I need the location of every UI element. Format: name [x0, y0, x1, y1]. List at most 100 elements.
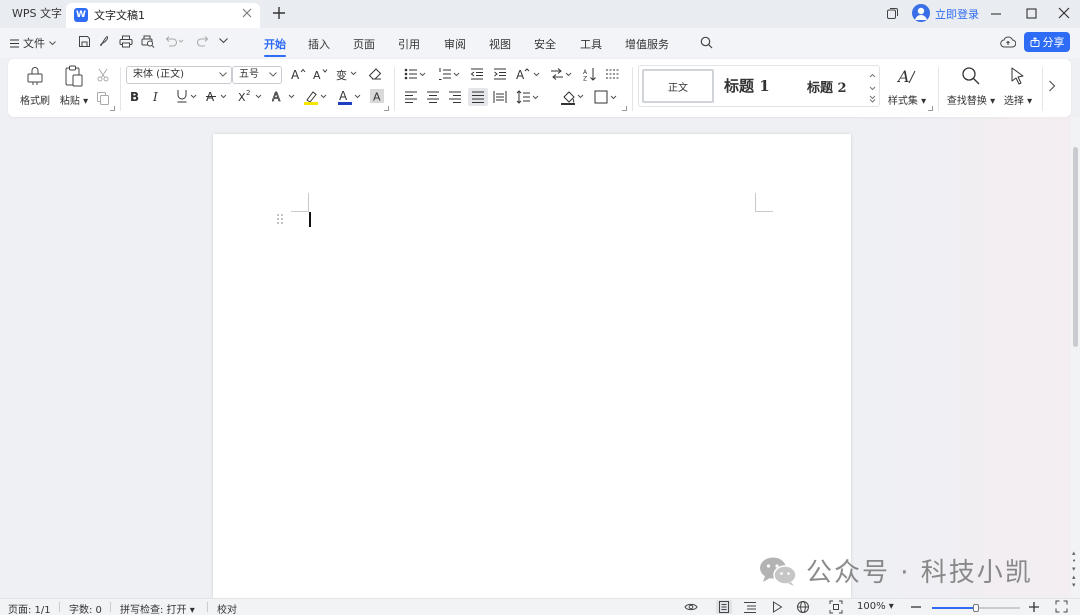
close-window-icon[interactable] [1058, 7, 1070, 19]
tab-security[interactable]: 安全 [534, 36, 556, 52]
zoom-slider[interactable] [932, 604, 1020, 612]
italic-button[interactable]: I [153, 90, 158, 104]
fullscreen-icon[interactable] [1055, 600, 1068, 613]
format-painter-button[interactable]: 格式刷 [20, 65, 50, 107]
justify-button[interactable] [468, 88, 488, 106]
app-home-tab[interactable]: WPS 文字 [4, 3, 70, 25]
word-count[interactable]: 字数: 0 [69, 601, 102, 615]
zoom-level[interactable]: 100% ▾ [857, 601, 894, 612]
login-link[interactable]: 立即登录 [935, 6, 979, 22]
outline-view-icon[interactable] [743, 600, 757, 614]
window-manager-icon[interactable] [886, 7, 899, 20]
ribbon-scroll-right-icon[interactable] [1048, 79, 1056, 93]
align-center-button[interactable] [426, 90, 440, 104]
spell-check-status[interactable]: 拼写检查: 打开 ▾ [120, 601, 195, 615]
numbered-list-button[interactable] [438, 67, 462, 81]
minimize-icon[interactable] [990, 8, 1002, 20]
paste-button[interactable]: 粘贴 ▾ [58, 65, 90, 107]
export-pdf-icon[interactable] [98, 35, 111, 48]
tab-review[interactable]: 审阅 [444, 36, 466, 52]
new-tab-icon[interactable] [272, 6, 286, 20]
font-size-select[interactable]: 五号 [232, 66, 282, 84]
page-count[interactable]: 页面: 1/1 [8, 601, 51, 615]
eye-protection-icon[interactable] [684, 600, 698, 614]
tab-insert[interactable]: 插入 [308, 36, 330, 52]
fit-page-icon[interactable] [829, 600, 843, 614]
save-icon[interactable] [78, 35, 91, 48]
maximize-icon[interactable] [1026, 8, 1037, 19]
text-direction-button[interactable] [550, 67, 576, 81]
select-button[interactable]: 选择 ▾ [1002, 65, 1034, 107]
style-set-button[interactable]: A 样式集 ▾ [886, 65, 928, 107]
quick-access-more-icon[interactable] [219, 38, 228, 44]
copy-icon[interactable] [96, 91, 110, 105]
web-view-icon[interactable] [796, 600, 810, 614]
play-icon[interactable] [770, 600, 784, 614]
style-gallery-scroll[interactable] [868, 69, 877, 103]
align-left-button[interactable] [404, 90, 418, 104]
borders-button[interactable] [594, 90, 620, 104]
search-icon[interactable] [700, 36, 713, 49]
character-shading-button[interactable]: A [370, 89, 384, 103]
clear-formatting-icon[interactable] [368, 67, 383, 81]
zoom-in-icon[interactable] [1028, 601, 1040, 613]
style-normal[interactable]: 正文 [642, 69, 714, 103]
tab-references[interactable]: 引用 [398, 36, 420, 52]
share-button[interactable]: 分享 [1024, 32, 1070, 52]
vertical-scrollbar[interactable]: ▴ • ▾ ▴ ▾ [1071, 117, 1080, 597]
document-page[interactable] [213, 134, 851, 600]
style-heading-1[interactable]: 标题 1 [724, 75, 770, 96]
paragraph-shading-button[interactable] [561, 89, 587, 105]
cloud-sync-icon[interactable] [1000, 35, 1016, 49]
align-right-button[interactable] [448, 90, 462, 104]
print-icon[interactable] [119, 35, 133, 48]
close-tab-icon[interactable] [242, 8, 252, 18]
tab-view[interactable]: 视图 [489, 36, 511, 52]
font-group-launcher[interactable] [384, 106, 389, 111]
clipboard-group-launcher[interactable] [110, 106, 115, 111]
distributed-align-button[interactable] [493, 90, 507, 104]
bold-button[interactable]: B [130, 90, 139, 104]
tab-page[interactable]: 页面 [353, 36, 375, 52]
highlight-color-button[interactable] [304, 89, 330, 105]
avatar[interactable] [912, 4, 930, 22]
find-replace-button[interactable]: 查找替换 ▾ [946, 65, 996, 107]
increase-indent-icon[interactable] [493, 67, 507, 81]
underline-button[interactable] [176, 89, 198, 103]
style-heading-2[interactable]: 标题 2 [807, 77, 847, 96]
zoom-slider-handle[interactable] [973, 604, 979, 612]
page-navigation-buttons[interactable]: ▴ • ▾ ▴ ▾ [1072, 549, 1076, 589]
tab-home[interactable]: 开始 [264, 36, 286, 57]
font-color-button[interactable]: A [338, 89, 364, 105]
zoom-slider-fill [932, 607, 976, 609]
file-menu-button[interactable]: 文件 [10, 35, 56, 51]
zoom-out-icon[interactable] [910, 601, 922, 613]
show-formatting-marks-icon[interactable] [605, 67, 621, 81]
print-preview-icon[interactable] [141, 35, 155, 48]
strikethrough-button[interactable]: A [206, 89, 228, 103]
decrease-indent-icon[interactable] [470, 67, 484, 81]
document-tab[interactable]: W 文字文稿1 [66, 3, 260, 28]
superscript-button[interactable]: X2 [238, 89, 264, 103]
change-case-button[interactable]: A [516, 67, 544, 81]
undo-icon[interactable] [164, 35, 184, 47]
page-view-icon[interactable] [716, 600, 732, 614]
paste-dropdown-icon[interactable]: ▾ [80, 96, 88, 107]
tab-tools[interactable]: 工具 [580, 36, 602, 52]
font-name-select[interactable]: 宋体 (正文) [126, 66, 232, 84]
tab-value-added-services[interactable]: 增值服务 [625, 36, 669, 52]
paragraph-group-launcher[interactable] [622, 106, 627, 111]
increase-font-size-icon[interactable]: A [290, 67, 306, 81]
bullet-list-button[interactable] [404, 67, 428, 81]
styles-group-launcher[interactable] [928, 106, 933, 111]
text-effects-button[interactable]: A [272, 89, 298, 103]
decrease-font-size-icon[interactable]: A [312, 67, 328, 81]
line-spacing-button[interactable] [516, 90, 542, 104]
redo-icon[interactable] [196, 35, 216, 47]
phonetic-guide-icon[interactable]: 变 [336, 67, 360, 81]
proofread-button[interactable]: 校对 [217, 601, 237, 615]
cut-icon[interactable] [96, 68, 110, 82]
sort-icon[interactable]: AZ [583, 67, 597, 81]
paragraph-drag-handle-icon[interactable] [277, 214, 283, 224]
scrollbar-thumb[interactable] [1073, 147, 1078, 347]
